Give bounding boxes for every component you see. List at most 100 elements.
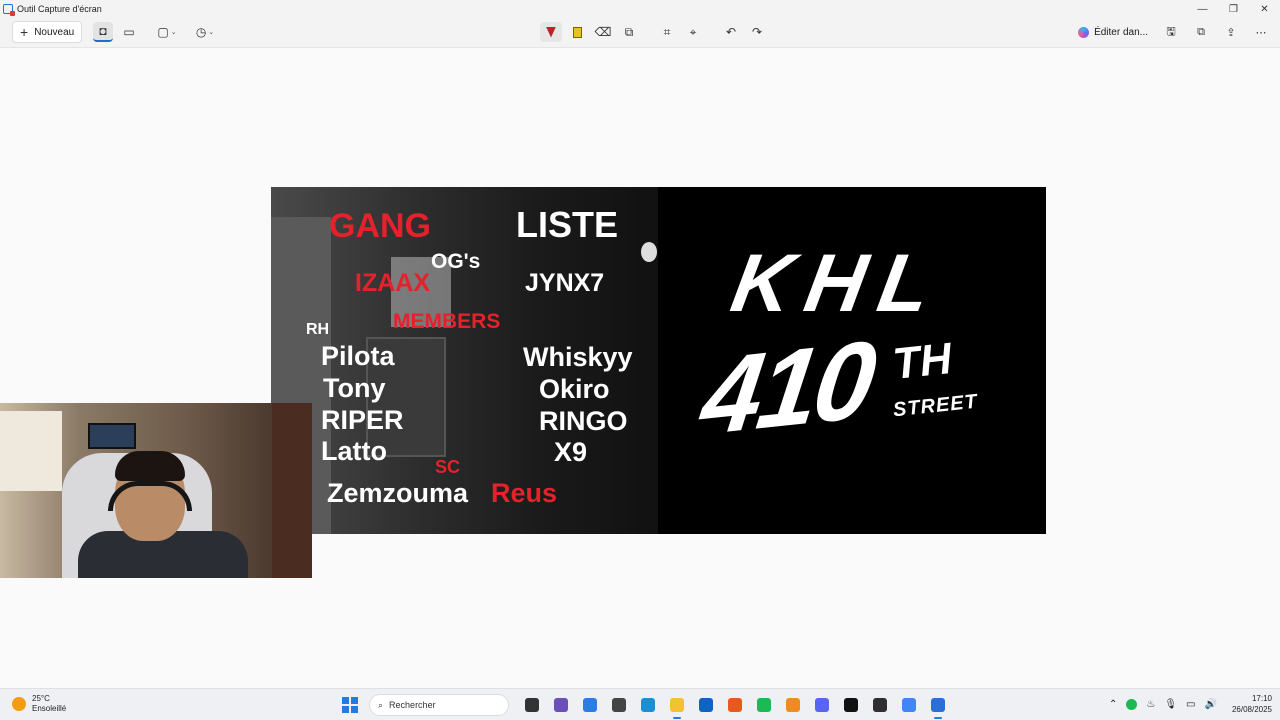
media-app-icon[interactable] [549,693,573,717]
taskbar-search[interactable]: ⌕ Rechercher [369,694,509,716]
toolbar-divider [708,22,716,42]
edit-in-label: Éditer dan... [1094,26,1148,38]
eraser-icon[interactable]: ⌫ [592,22,614,42]
plus-icon: + [20,24,29,40]
liste-heading: LISTE [516,204,619,245]
taskbar-apps: ⌕ Rechercher [336,693,950,719]
highlighter-tool-button[interactable] [566,22,588,42]
task-view-icon[interactable] [520,693,544,717]
pen-tool-button[interactable] [540,22,562,42]
save-icon[interactable]: 🖫 [1158,22,1184,42]
weather-widget[interactable]: 25°C Ensoleillé [12,694,66,714]
outlook-icon-glyph [699,698,713,712]
share-icon[interactable]: ⇪ [1218,22,1244,42]
crop-icon[interactable]: ⌗ [656,22,678,42]
file-explorer-icon-glyph [670,698,684,712]
chevron-up-icon[interactable]: ⌃ [1109,699,1117,710]
app-a-icon-glyph [786,698,800,712]
undo-icon[interactable]: ↶ [720,22,742,42]
toolbar-divider [644,22,652,42]
member-name: Zemzouma [327,478,469,508]
new-capture-button[interactable]: + Nouveau [12,21,83,43]
firefox-icon[interactable] [723,693,747,717]
restore-button[interactable]: ❐ [1218,0,1249,18]
snipping-tool-icon[interactable] [926,693,950,719]
logo-th: TH [890,334,955,389]
microphone-icon[interactable]: 🎙 [1164,699,1177,710]
window-title: Outil Capture d'écran [17,4,102,14]
obs-icon[interactable] [868,693,892,717]
logo-street: STREET [892,390,979,422]
spotify-icon-glyph [757,698,771,712]
discord-icon[interactable] [810,693,834,717]
volume-icon[interactable]: 🔊 [1205,699,1217,710]
chevron-down-icon: ⌄ [208,29,215,36]
right-tools: Éditer dan... 🖫 ⧉ ⇪ ⋯ [1072,22,1274,42]
edit-in-button[interactable]: Éditer dan... [1072,22,1154,42]
files-icon-glyph [612,698,626,712]
highlighter-icon [572,26,582,38]
app-a-icon[interactable] [781,693,805,717]
ogs-label: OG's [431,250,481,273]
outlook-icon[interactable] [694,693,718,717]
obs-icon-glyph [873,698,887,712]
capture-shape-dropdown[interactable]: ▢ ⌄ [153,22,181,42]
webcam-door [272,403,312,578]
clock-icon: ◷ [195,25,207,39]
capcut-icon-glyph [844,698,858,712]
clock[interactable]: 17:10 26/08/2025 [1232,693,1272,715]
files-icon[interactable] [607,693,631,717]
spotify-tray-icon[interactable] [1126,698,1138,710]
store-icon[interactable] [578,693,602,717]
redo-icon[interactable]: ↷ [746,22,768,42]
new-capture-label: Nouveau [34,26,75,38]
pen-icon [546,26,556,38]
chrome-icon[interactable] [897,693,921,717]
pinned-apps [520,693,950,719]
timer-dropdown[interactable]: ◷ ⌄ [191,22,219,42]
member-name: RINGO [539,406,628,436]
display-icon[interactable]: ▭ [1186,699,1195,710]
text-actions-icon[interactable]: ⌖ [682,22,704,42]
member-name: RIPER [321,405,404,435]
member-name: Reus [491,478,558,508]
steam-icon[interactable]: ♨ [1146,699,1155,710]
camera-icon[interactable]: ◘ [93,22,113,42]
captured-image: GANG LISTE IZAAX OG's JYNX7 RH MEMBERS P… [271,187,1046,534]
edge-icon-glyph [641,698,655,712]
title-bar: Outil Capture d'écran — ❐ ✕ [0,0,1280,18]
member-name: Latto [321,436,387,466]
more-options-icon[interactable]: ⋯ [1248,22,1274,42]
temperature: 25°C [32,694,50,703]
taskbar: 25°C Ensoleillé ⌕ Rechercher ⌃ ♨ 🎙 ▭ 🔊 1… [0,688,1280,720]
search-icon: ⌕ [378,699,384,710]
file-explorer-icon[interactable] [665,693,689,719]
members-label: MEMBERS [393,310,501,333]
gang-heading: GANG [329,207,431,245]
edge-icon[interactable] [636,693,660,717]
logo-number: 410 [694,316,880,459]
member-name: Tony [323,373,386,403]
store-icon-glyph [583,698,597,712]
minimize-button[interactable]: — [1187,0,1218,18]
capture-canvas[interactable]: GANG LISTE IZAAX OG's JYNX7 RH MEMBERS P… [0,48,1280,688]
snipping-tool-icon [3,4,15,16]
task-view-icon-glyph [525,698,539,712]
close-button[interactable]: ✕ [1249,0,1280,18]
sun-icon [12,697,26,711]
copy-icon[interactable]: ⧉ [1188,22,1214,42]
start-button[interactable] [342,697,358,713]
spotify-icon[interactable] [752,693,776,717]
video-camera-icon[interactable]: ▭ [119,22,139,42]
webcam-monitor [88,423,136,449]
date: 26/08/2025 [1231,705,1272,714]
search-placeholder: Rechercher [389,700,436,710]
weather-condition: Ensoleillé [32,704,67,713]
webcam-overlay [0,403,312,578]
shapes-icon[interactable]: ⧉ [618,22,640,42]
weather-text: 25°C Ensoleillé [32,694,66,714]
paint-app-icon [1078,26,1090,38]
capcut-icon[interactable] [839,693,863,717]
gang-list-panel: GANG LISTE IZAAX OG's JYNX7 RH MEMBERS P… [271,187,658,534]
og-name: IZAAX [355,269,430,297]
